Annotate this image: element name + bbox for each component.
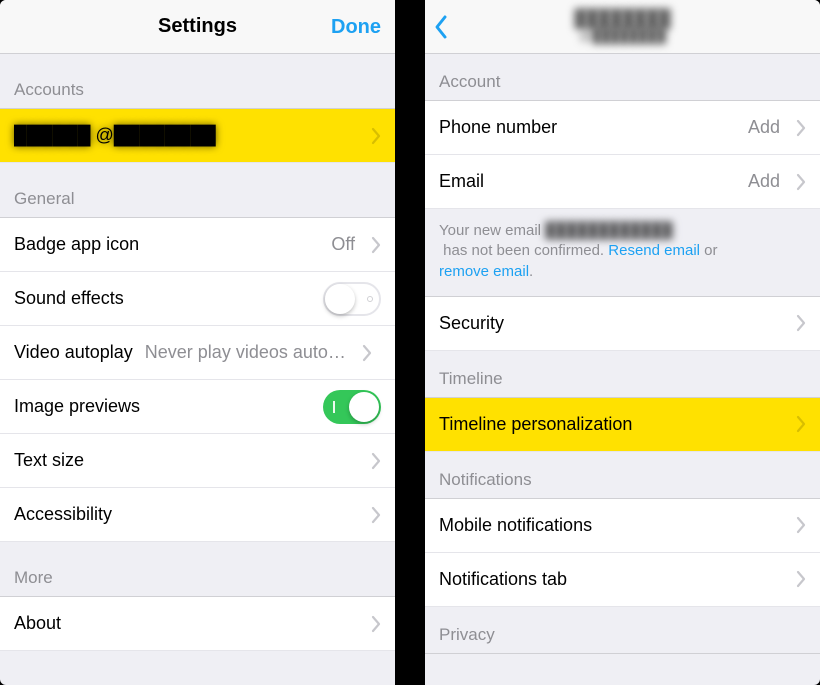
row-label: Image previews: [14, 396, 140, 417]
sound-effects-toggle[interactable]: [323, 282, 381, 316]
section-header-privacy: Privacy: [425, 607, 820, 654]
chevron-right-icon: [363, 127, 381, 145]
note-text: .: [529, 262, 533, 282]
row-label: Accessibility: [14, 504, 112, 525]
note-text: Your new email: [439, 221, 545, 241]
chevron-right-icon: [788, 119, 806, 137]
note-text: has not been confirmed.: [439, 241, 608, 261]
image-previews-toggle[interactable]: [323, 390, 381, 424]
row-label: Mobile notifications: [439, 515, 592, 536]
settings-pane: Settings Done Accounts ██████ @████████ …: [0, 0, 395, 685]
section-header-accounts: Accounts: [0, 54, 395, 109]
chevron-right-icon: [363, 615, 381, 633]
chevron-right-icon: [788, 570, 806, 588]
settings-scroll[interactable]: Accounts ██████ @████████ General Badge …: [0, 54, 395, 685]
mobile-notifications-row[interactable]: Mobile notifications: [425, 499, 820, 553]
row-value: Never play videos auto…: [145, 342, 354, 363]
row-value: Off: [331, 234, 363, 255]
about-row[interactable]: About: [0, 597, 395, 651]
note-redacted: ████████████: [545, 221, 673, 241]
video-autoplay-row[interactable]: Video autoplay Never play videos auto…: [0, 326, 395, 380]
resend-email-link[interactable]: Resend email: [608, 241, 700, 261]
row-label: Email: [439, 171, 484, 192]
account-username: ██████ @████████: [14, 125, 216, 146]
email-row[interactable]: Email Add: [425, 155, 820, 209]
text-size-row[interactable]: Text size: [0, 434, 395, 488]
note-text: or: [700, 241, 722, 261]
row-value: Add: [748, 171, 788, 192]
navbar-account: ████████ @████████: [425, 0, 820, 54]
row-label: Video autoplay: [14, 342, 133, 363]
security-row[interactable]: Security: [425, 297, 820, 351]
remove-email-link[interactable]: remove email: [439, 262, 529, 282]
chevron-right-icon: [788, 415, 806, 433]
section-header-notifications: Notifications: [425, 452, 820, 499]
row-label: Security: [439, 313, 504, 334]
phone-number-row[interactable]: Phone number Add: [425, 101, 820, 155]
badge-app-icon-row[interactable]: Badge app icon Off: [0, 218, 395, 272]
chevron-right-icon: [788, 173, 806, 191]
account-scroll[interactable]: Account Phone number Add Email Add Your …: [425, 54, 820, 685]
chevron-right-icon: [363, 506, 381, 524]
timeline-personalization-row[interactable]: Timeline personalization: [425, 398, 820, 452]
nav-display-name: ████████: [574, 9, 670, 29]
row-value: Add: [748, 117, 788, 138]
row-label: About: [14, 613, 61, 634]
done-button[interactable]: Done: [331, 0, 381, 54]
row-label: Text size: [14, 450, 84, 471]
sound-effects-row: Sound effects: [0, 272, 395, 326]
account-row[interactable]: ██████ @████████: [0, 109, 395, 163]
accessibility-row[interactable]: Accessibility: [0, 488, 395, 542]
account-pane: ████████ @████████ Account Phone number …: [425, 0, 820, 685]
section-header-account: Account: [425, 54, 820, 101]
chevron-right-icon: [354, 344, 372, 362]
chevron-right-icon: [363, 236, 381, 254]
chevron-right-icon: [363, 452, 381, 470]
nav-handle: @████████: [579, 29, 666, 44]
nav-title: Settings: [158, 15, 237, 38]
navbar-settings: Settings Done: [0, 0, 395, 54]
chevron-right-icon: [788, 516, 806, 534]
email-confirm-note: Your new email ████████████ has not been…: [425, 209, 820, 297]
section-header-more: More: [0, 542, 395, 597]
row-label: Sound effects: [14, 288, 124, 309]
section-header-general: General: [0, 163, 395, 218]
chevron-left-icon: [433, 14, 449, 40]
image-previews-row: Image previews: [0, 380, 395, 434]
notifications-tab-row[interactable]: Notifications tab: [425, 553, 820, 607]
section-header-timeline: Timeline: [425, 351, 820, 398]
back-button[interactable]: [433, 0, 449, 54]
nav-account-title: ████████ @████████: [574, 9, 670, 43]
row-label: Notifications tab: [439, 569, 567, 590]
row-label: Timeline personalization: [439, 414, 632, 435]
chevron-right-icon: [788, 314, 806, 332]
row-label: Badge app icon: [14, 234, 139, 255]
row-label: Phone number: [439, 117, 557, 138]
